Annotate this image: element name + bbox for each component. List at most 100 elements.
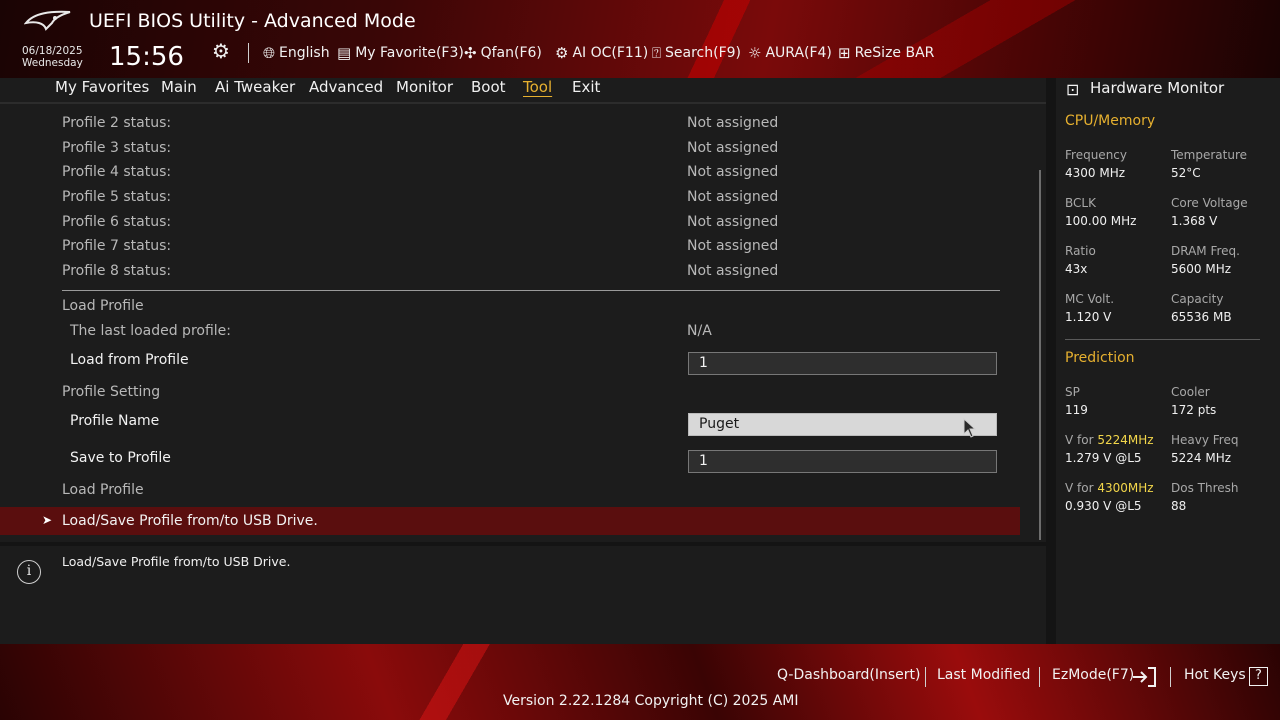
fan-icon: ✣ xyxy=(464,44,477,62)
tab-tool[interactable]: Tool xyxy=(523,78,552,96)
aura-light-icon: ☼ xyxy=(748,44,762,62)
hw-v-for-freq-1: 5224MHz xyxy=(1097,433,1154,447)
ai-chip-icon: ⚙︎ xyxy=(555,44,569,62)
tab-ai-tweaker[interactable]: Ai Tweaker xyxy=(215,78,295,96)
hw-v-for-prefix-2: V for xyxy=(1065,481,1098,495)
hw-cooler-value: 172 pts xyxy=(1171,403,1217,417)
hw-sp-value: 119 xyxy=(1065,403,1088,417)
app-title: UEFI BIOS Utility - Advanced Mode xyxy=(89,10,416,32)
date-text: 06/18/2025 xyxy=(22,45,83,57)
qfan-label: Qfan(F6) xyxy=(480,45,542,61)
hardware-monitor-title: Hardware Monitor xyxy=(1090,79,1225,97)
last-modified-button[interactable]: Last Modified xyxy=(937,667,1030,683)
globe-icon: 🌐︎ xyxy=(263,44,276,62)
hw-v-for-freq1-label: V for 5224MHz xyxy=(1065,433,1154,447)
hw-core-voltage-value: 1.368 V xyxy=(1171,214,1218,228)
hw-capacity-value: 65536 MB xyxy=(1171,310,1232,324)
hw-v-for-freq2-label: V for 4300MHz xyxy=(1065,481,1154,495)
save-to-profile-label: Save to Profile xyxy=(70,450,171,466)
hw-temperature-value: 52°C xyxy=(1171,166,1201,180)
hw-capacity-label: Capacity xyxy=(1171,292,1224,306)
exit-to-ezmode-icon xyxy=(1133,667,1156,687)
search-button[interactable]: ⍰ Search(F9) xyxy=(652,42,741,64)
hw-separator xyxy=(1065,339,1260,340)
hw-dram-freq-value: 5600 MHz xyxy=(1171,262,1232,276)
profile-5-status-value: Not assigned xyxy=(687,189,779,205)
hw-frequency-label: Frequency xyxy=(1065,148,1127,162)
tab-boot[interactable]: Boot xyxy=(471,78,506,96)
gear-icon[interactable]: ⚙ xyxy=(212,39,230,63)
language-button[interactable]: 🌐︎ English xyxy=(263,42,330,64)
hw-heavy-freq-value: 5224 MHz xyxy=(1171,451,1232,465)
profile-2-status-label: Profile 2 status: xyxy=(62,115,172,131)
toolbar-separator xyxy=(248,43,249,63)
tab-bar: My Favorites Main Ai Tweaker Advanced Mo… xyxy=(0,78,1046,104)
profile-name-input[interactable]: Puget xyxy=(688,413,997,436)
qfan-button[interactable]: ✣ Qfan(F6) xyxy=(464,42,542,64)
section-divider xyxy=(62,290,1000,291)
hw-v-for-prefix-1: V for xyxy=(1065,433,1098,447)
hw-dos-thresh-label: Dos Thresh xyxy=(1171,481,1239,495)
profile-2-status-value: Not assigned xyxy=(687,115,779,131)
resize-bar-button[interactable]: ⊞ ReSize BAR xyxy=(838,42,934,64)
date-display: 06/18/2025 Wednesday xyxy=(22,45,83,69)
hw-temperature-label: Temperature xyxy=(1171,148,1248,162)
help-question-icon[interactable]: ? xyxy=(1249,667,1268,686)
version-text: Version 2.22.1284 Copyright (C) 2025 AMI xyxy=(503,693,799,709)
search-label: Search(F9) xyxy=(665,45,741,61)
info-icon: i xyxy=(17,560,41,584)
search-help-icon: ⍰ xyxy=(652,44,662,62)
profile-3-status-value: Not assigned xyxy=(687,140,779,156)
resize-bar-icon: ⊞ xyxy=(838,44,851,62)
profile-6-status-label: Profile 6 status: xyxy=(62,214,172,230)
hw-v-for-freq1-value: 1.279 V @L5 xyxy=(1065,451,1142,465)
cpu-memory-title: CPU/Memory xyxy=(1065,113,1156,129)
hw-bclk-label: BCLK xyxy=(1065,196,1096,210)
q-dashboard-button[interactable]: Q-Dashboard(Insert) xyxy=(777,667,921,683)
hot-keys-button[interactable]: Hot Keys xyxy=(1184,667,1246,683)
load-from-profile-label: Load from Profile xyxy=(70,352,189,368)
load-from-profile-input[interactable]: 1 xyxy=(688,352,997,375)
profile-name-label: Profile Name xyxy=(70,413,160,429)
last-loaded-profile-label: The last loaded profile: xyxy=(70,323,231,339)
tab-main[interactable]: Main xyxy=(161,78,197,96)
ezmode-button[interactable]: EzMode(F7) xyxy=(1052,667,1134,683)
hw-dram-freq-label: DRAM Freq. xyxy=(1171,244,1240,258)
clock[interactable]: 15:56 xyxy=(109,42,184,72)
footer-separator xyxy=(1170,667,1171,687)
usb-profile-label: Load/Save Profile from/to USB Drive. xyxy=(62,513,318,529)
hw-mc-volt-label: MC Volt. xyxy=(1065,292,1115,306)
profile-7-status-label: Profile 7 status: xyxy=(62,238,172,254)
aura-label: AURA(F4) xyxy=(765,45,832,61)
hw-frequency-value: 4300 MHz xyxy=(1065,166,1126,180)
profile-setting-header: Profile Setting xyxy=(62,384,161,400)
save-to-profile-input[interactable]: 1 xyxy=(688,450,997,473)
resize-bar-label: ReSize BAR xyxy=(854,45,935,61)
tab-monitor[interactable]: Monitor xyxy=(396,78,453,96)
aura-button[interactable]: ☼ AURA(F4) xyxy=(748,42,832,64)
monitor-chart-icon: ⊡ xyxy=(1066,80,1080,99)
ai-oc-button[interactable]: ⚙︎ AI OC(F11) xyxy=(555,42,648,64)
my-favorite-button[interactable]: ▤ My Favorite(F3) xyxy=(337,42,464,64)
last-loaded-profile-value: N/A xyxy=(687,323,712,339)
tab-exit[interactable]: Exit xyxy=(572,78,600,96)
footer-separator xyxy=(925,667,926,687)
hw-sp-label: SP xyxy=(1065,385,1080,399)
weekday-text: Wednesday xyxy=(22,57,83,69)
prediction-title: Prediction xyxy=(1065,350,1135,366)
tab-advanced[interactable]: Advanced xyxy=(309,78,383,96)
profile-3-status-label: Profile 3 status: xyxy=(62,140,172,156)
profile-8-status-label: Profile 8 status: xyxy=(62,263,172,279)
footer-separator xyxy=(1039,667,1040,687)
ai-oc-label: AI OC(F11) xyxy=(572,45,649,61)
my-favorite-label: My Favorite(F3) xyxy=(355,45,464,61)
profile-6-status-value: Not assigned xyxy=(687,214,779,230)
hw-bclk-value: 100.00 MHz xyxy=(1065,214,1137,228)
language-label: English xyxy=(279,45,330,61)
tab-my-favorites[interactable]: My Favorites xyxy=(55,78,149,96)
hw-v-for-freq2-value: 0.930 V @L5 xyxy=(1065,499,1142,513)
scrollbar[interactable] xyxy=(1039,170,1041,540)
load-profile-header: Load Profile xyxy=(62,298,144,314)
submenu-arrow-icon: ➤ xyxy=(42,513,53,527)
profile-8-status-value: Not assigned xyxy=(687,263,779,279)
